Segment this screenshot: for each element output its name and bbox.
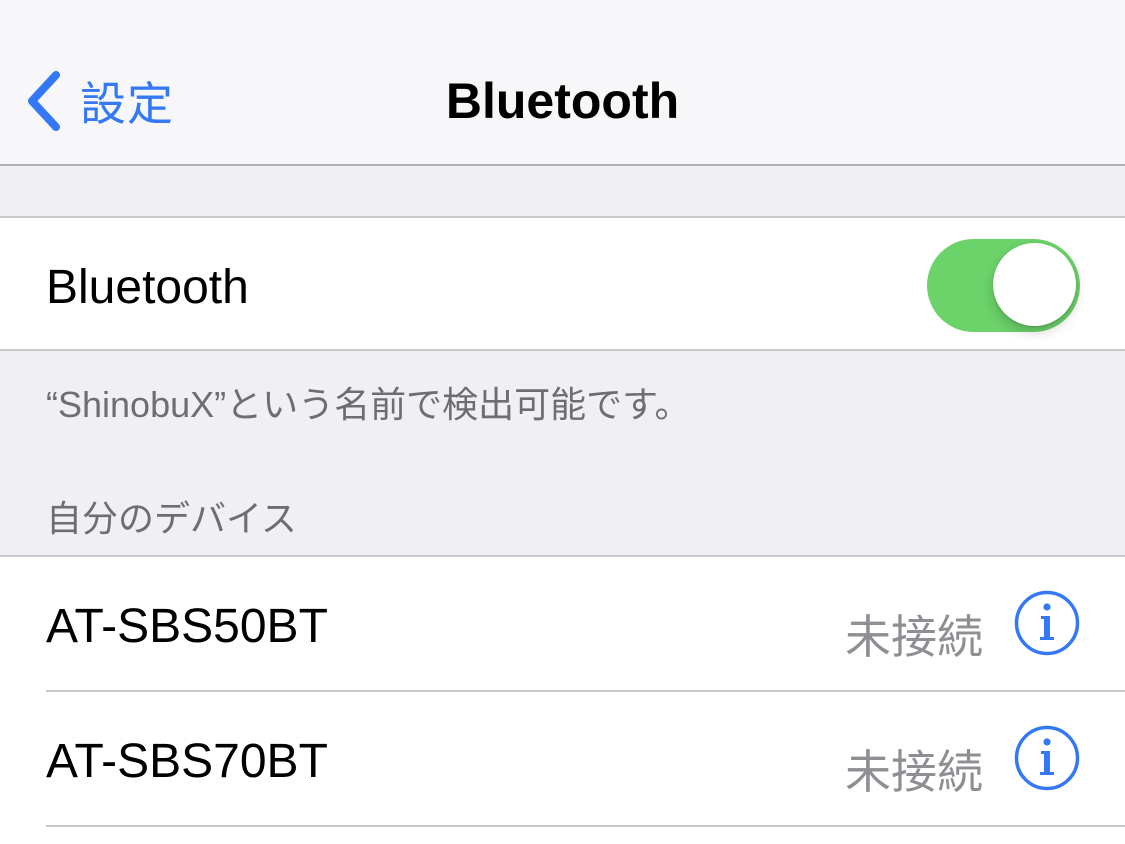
device-row[interactable]: AT-SBS70BT 未接続	[0, 692, 1125, 827]
page-title: Bluetooth	[445, 73, 680, 129]
info-icon[interactable]	[1014, 725, 1080, 791]
switch-knob	[993, 243, 1076, 326]
bluetooth-switch[interactable]	[927, 239, 1080, 332]
bluetooth-toggle-label: Bluetooth	[46, 261, 249, 314]
section-spacer	[0, 166, 1125, 216]
device-list: AT-SBS50BT 未接続 AT-SBS70BT 未接続	[0, 555, 1125, 844]
device-name: AT-SBS70BT	[46, 735, 328, 788]
info-icon[interactable]	[1014, 590, 1080, 656]
my-devices-header: 自分のデバイス	[46, 498, 297, 539]
navigation-bar: 設定 Bluetooth	[0, 0, 1125, 166]
bluetooth-toggle-row: Bluetooth	[0, 216, 1125, 351]
device-name: AT-SBS50BT	[46, 600, 328, 653]
device-status: 未接続	[845, 611, 983, 663]
device-row[interactable]: AT-SBS50BT 未接続	[0, 557, 1125, 692]
device-status: 未接続	[845, 746, 983, 798]
discoverable-note: “ShinobuX”という名前で検出可能です。	[46, 384, 691, 425]
